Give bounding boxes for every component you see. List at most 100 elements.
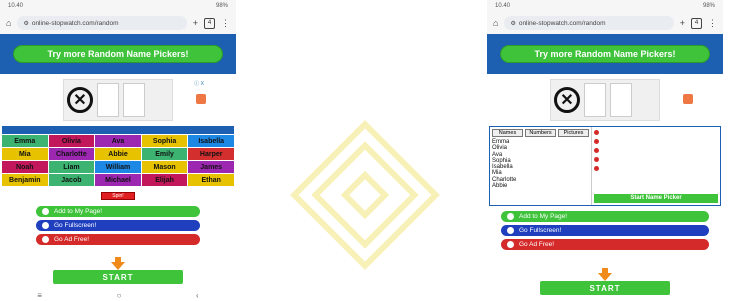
url-text: online-stopwatch.com/random: [31, 19, 119, 27]
url-field[interactable]: ⚙ online-stopwatch.com/random: [504, 16, 674, 30]
name-cell: Noah: [2, 161, 48, 173]
advertisement[interactable]: ✕ ⓘ X: [0, 74, 236, 126]
picker-input-area: Names Numbers Pictures Emma Olivia Ava Soph…: [490, 127, 592, 205]
name-cell: Michael: [95, 174, 141, 186]
option-row[interactable]: [594, 138, 718, 145]
go-fullscreen-button[interactable]: Go Fullscreen!: [501, 225, 709, 236]
picker-options: Start Name Picker: [592, 127, 720, 205]
home-icon[interactable]: ⌂: [493, 18, 498, 28]
start-name-picker-button[interactable]: Start Name Picker: [594, 194, 718, 203]
name-cell: Olivia: [48, 135, 95, 147]
option-row[interactable]: [594, 156, 718, 163]
name-cell: William: [95, 161, 141, 173]
status-battery: 98%: [215, 3, 228, 9]
grid-toolbar: [2, 126, 234, 134]
site-settings-icon[interactable]: ⚙: [510, 20, 515, 27]
add-to-page-button[interactable]: Add to My Page!: [36, 206, 200, 217]
menu-icon[interactable]: ⋮: [708, 18, 717, 28]
name-cell: Ava: [95, 135, 141, 147]
go-fullscreen-label: Go Fullscreen!: [519, 227, 562, 234]
option-icon: [594, 130, 599, 135]
url-text: online-stopwatch.com/random: [518, 19, 606, 27]
site-header-band: Try more Random Name Pickers!: [487, 34, 723, 74]
option-row[interactable]: [594, 129, 718, 136]
screenshot-canvas: 10.40 98% ⌂ ⚙ online-stopwatch.com/rando…: [0, 0, 731, 301]
names-grid: Emma Olivia Ava Sophia Isabella Mia Charlotte A…: [2, 135, 234, 186]
start-button[interactable]: START: [540, 281, 670, 295]
home-nav-icon[interactable]: ○: [117, 291, 122, 300]
site-settings-icon[interactable]: ⚙: [23, 20, 28, 27]
name-cell: Harper: [188, 148, 234, 160]
status-time: 10.40: [495, 3, 511, 9]
go-ad-free-button[interactable]: Go Ad Free!: [501, 239, 709, 250]
add-to-page-button[interactable]: Add to My Page!: [501, 211, 709, 222]
option-icon: [594, 139, 599, 144]
ad-document-graphic: [123, 83, 145, 117]
back-icon[interactable]: ‹: [196, 291, 199, 300]
option-icon: [594, 157, 599, 162]
status-battery: 98%: [702, 3, 715, 9]
names-textarea[interactable]: Emma Olivia Ava Sophia Isabella Mia Charlotte A…: [492, 139, 589, 189]
try-more-button[interactable]: Try more Random Name Pickers!: [500, 45, 710, 63]
ad-image[interactable]: ✕: [63, 79, 173, 121]
ad-document-graphic: [584, 83, 606, 117]
option-row[interactable]: [594, 165, 718, 172]
browser-address-bar: ⌂ ⚙ online-stopwatch.com/random + 4 ⋮: [0, 12, 236, 34]
name-cell: Abbie: [95, 148, 141, 160]
go-ad-free-button[interactable]: Go Ad Free!: [36, 234, 200, 245]
arrow-down-head-icon: [598, 273, 612, 281]
name-cell: Emma: [2, 135, 48, 147]
browser-address-bar: ⌂ ⚙ online-stopwatch.com/random + 4 ⋮: [487, 12, 723, 34]
tab-switcher-button[interactable]: 4: [204, 17, 215, 29]
new-tab-icon[interactable]: +: [680, 18, 685, 28]
star-icon: [42, 208, 49, 215]
start-area: START: [0, 257, 236, 287]
logo-watermark-icon: [290, 120, 440, 270]
site-header-band: Try more Random Name Pickers!: [0, 34, 236, 74]
fullscreen-icon: [42, 222, 49, 229]
tab-pictures[interactable]: Pictures: [558, 129, 589, 137]
option-icon: [594, 166, 599, 171]
option-icon: [594, 148, 599, 153]
name-cell: Isabella: [188, 135, 234, 147]
home-icon[interactable]: ⌂: [6, 18, 11, 28]
start-area: START: [487, 268, 723, 298]
name-cell: James: [188, 161, 234, 173]
add-to-page-label: Add to My Page!: [54, 208, 103, 215]
picker-tabs: Names Numbers Pictures: [492, 129, 589, 137]
ad-document-graphic: [610, 83, 632, 117]
menu-icon[interactable]: ⋮: [221, 18, 230, 28]
advertisement[interactable]: ✕: [487, 74, 723, 126]
new-tab-icon[interactable]: +: [193, 18, 198, 28]
star-icon: [507, 213, 514, 220]
tab-names[interactable]: Names: [492, 129, 523, 137]
phone-screen-right: 10.40 98% ⌂ ⚙ online-stopwatch.com/rando…: [487, 0, 723, 301]
try-more-button[interactable]: Try more Random Name Pickers!: [13, 45, 223, 63]
name-cell: Emily: [141, 148, 188, 160]
go-ad-free-label: Go Ad Free!: [54, 236, 90, 243]
option-row[interactable]: [594, 147, 718, 154]
go-fullscreen-button[interactable]: Go Fullscreen!: [36, 220, 200, 231]
shopping-bag-icon: [196, 94, 206, 104]
status-bar: 10.40 98%: [487, 0, 723, 12]
fullscreen-icon: [507, 227, 514, 234]
name-cell: Liam: [48, 161, 95, 173]
ad-choices-icon[interactable]: ⓘ X: [194, 80, 204, 87]
ad-document-graphic: [97, 83, 119, 117]
name-cell: Ethan: [188, 174, 234, 186]
status-time: 10.40: [8, 3, 24, 9]
name-cell: Benjamin: [2, 174, 48, 186]
no-ads-icon: [42, 236, 49, 243]
go-fullscreen-label: Go Fullscreen!: [54, 222, 97, 229]
shopping-bag-icon: [683, 94, 693, 104]
status-bar: 10.40 98%: [0, 0, 236, 12]
start-button[interactable]: START: [53, 270, 183, 284]
ad-image[interactable]: ✕: [550, 79, 660, 121]
recent-apps-icon[interactable]: ≡: [37, 291, 42, 300]
name-entry: Abbie: [492, 183, 508, 190]
url-field[interactable]: ⚙ online-stopwatch.com/random: [17, 16, 187, 30]
go-ad-free-label: Go Ad Free!: [519, 241, 555, 248]
tab-numbers[interactable]: Numbers: [525, 129, 556, 137]
tab-switcher-button[interactable]: 4: [691, 17, 702, 29]
spin-button[interactable]: Spin!: [101, 192, 135, 200]
